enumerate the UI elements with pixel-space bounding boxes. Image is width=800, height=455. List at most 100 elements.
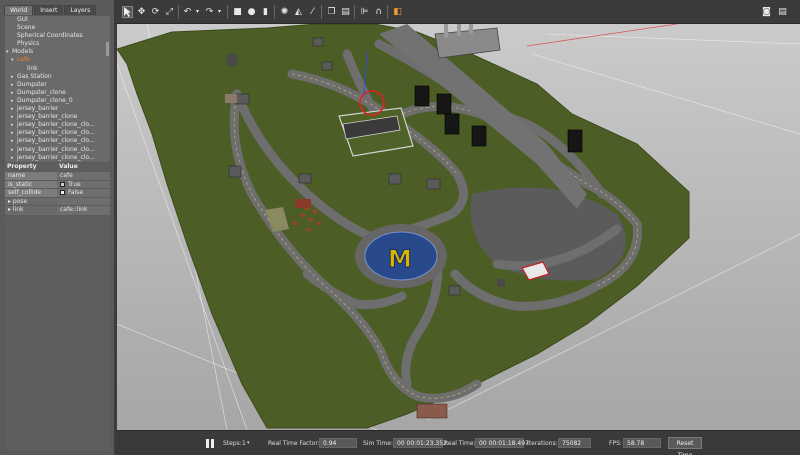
translate-icon[interactable]: ✥ [136,6,147,18]
left-panel: World Insert Layers GUI Scene Spherical Co… [0,0,114,455]
real-time-factor-value: 0.94 [319,438,357,448]
property-key: self_collide [5,189,57,197]
spot-light-icon[interactable]: ◭ [293,6,304,18]
redo-dropdown-icon[interactable]: ▾ [214,6,225,18]
scene-viewport[interactable]: M [117,24,800,430]
sim-time-label: Sim Time: [363,440,393,447]
sphere-icon[interactable]: ● [246,6,257,18]
steps-dropdown-icon[interactable]: ▾ [247,439,250,448]
tab-world[interactable]: World [4,5,34,15]
gas-station-building [225,94,237,103]
property-row[interactable]: ▸ link cafe::link [5,205,110,214]
property-key-label: name [8,172,26,179]
tree-item[interactable]: Physics [5,40,110,48]
tree-item-label: Models [12,48,34,56]
toolbar-divider [227,5,228,19]
screenshot-icon[interactable]: ◙ [761,6,772,18]
align-icon[interactable]: ⊫ [359,6,370,18]
property-value: cafe [57,172,109,180]
property-checkbox[interactable] [60,190,65,196]
tree-item-label: link [27,64,38,72]
property-row[interactable]: name cafe [5,171,110,180]
tree-item[interactable]: Spherical Coordinates [5,32,110,40]
tree-item-label: Dumpster_clone [17,88,66,96]
point-light-icon[interactable]: ✺ [279,6,290,18]
tree-item[interactable]: GUI [5,16,110,24]
tree-item[interactable]: ▾ cafe [5,56,110,64]
toolbar-divider [178,5,179,19]
change-view-icon[interactable]: ◧ [392,6,403,18]
tree-item[interactable]: ▸ Dumpster_clone [5,89,110,97]
reset-time-button[interactable]: Reset Time [668,437,702,455]
pause-icon[interactable] [206,439,215,448]
property-value: cafe::link [57,206,109,214]
property-value-label: cafe::link [60,206,88,214]
property-key-label: link [12,206,24,214]
barn [416,403,448,419]
tree-item[interactable]: ▸ jersey_barrier [5,105,110,113]
property-row[interactable]: is_static True [5,179,110,189]
real-time-value: 00 00:01:18.497 [475,438,529,448]
property-key: is_static [5,180,57,189]
tree-item-label: jersey_barrier_clone_clo... [17,129,95,137]
property-value: False [57,189,109,197]
directional-light-icon[interactable]: ⁄ [307,6,318,18]
tree-item[interactable]: ▸ Dumpster_clone_0 [5,97,110,105]
steps-value[interactable]: 1 [242,439,246,448]
box-icon[interactable]: ■ [232,6,243,18]
property-checkbox[interactable] [60,181,65,187]
tree-item[interactable]: ▸ jersey_barrier_clone_clo... [5,137,110,145]
property-column-header: Property [7,163,37,170]
select-arrow-icon[interactable] [122,6,133,18]
tree-item-label: Dumpster_clone_0 [17,96,73,104]
property-key-label: pose [12,197,28,205]
toolbar-divider [274,5,275,19]
record-icon[interactable]: ▤ [777,6,788,18]
steps-label: Steps: [223,440,242,447]
tree-item[interactable]: ▸ jersey_barrier_clone_clo... [5,146,110,154]
scene-render[interactable]: M [117,24,800,430]
tree-item-label: Dumpster [17,80,47,88]
tree-item[interactable]: link [5,65,110,73]
fps-label: FPS: [609,440,622,447]
tree-item[interactable]: Scene [5,24,110,32]
tree-item[interactable]: ▸ jersey_barrier_clone_clo... [5,121,110,129]
property-row[interactable]: ▸ pose [5,196,110,206]
tree-item-label: Scene [17,24,36,32]
tree-item-label: cafe [17,56,30,64]
tree-item-label: jersey_barrier [17,105,59,113]
property-header: Property Value [5,163,110,171]
tree-scrollbar[interactable] [106,42,109,56]
cylinder-icon[interactable]: ▮ [260,6,271,18]
scale-icon[interactable]: ⤢ [164,6,175,18]
tree-item-label: jersey_barrier_clone_clo... [17,137,95,145]
property-panel: Property Value name cafe is_static True self… [5,163,110,215]
property-row[interactable]: self_collide False [5,188,110,197]
tree-item-label: jersey_barrier_clone_clo... [17,121,95,129]
tree-item[interactable]: ▸ jersey_barrier_clone_clo... [5,154,110,162]
property-key: ▸ pose [5,197,57,206]
real-time-label: Real Time: [444,440,476,447]
property-value-label: cafe [60,172,73,179]
copy-icon[interactable]: ❐ [326,6,337,18]
tree-item-label: GUI [17,16,28,23]
water-tower [497,279,505,287]
property-key-label: is_static [8,180,33,188]
tree-item-label: Gas Station [17,72,52,80]
property-value [57,198,109,206]
tree-item[interactable]: ▸ jersey_barrier_clone_clo... [5,129,110,137]
snap-icon[interactable]: ∩ [373,6,384,18]
tab-layers[interactable]: Layers [64,5,97,15]
rotate-icon[interactable]: ⟳ [150,6,161,18]
paste-icon[interactable]: ▤ [340,6,351,18]
tree-item[interactable]: ▸ jersey_barrier_clone [5,113,110,121]
tree-item[interactable]: ▾ Models [5,48,110,56]
tree-item[interactable]: ▸ Gas Station [5,73,110,81]
tree-item[interactable]: ▸ Dumpster [5,81,110,89]
property-value-label: True [68,180,81,188]
world-tree: GUI Scene Spherical Coordinates Physics ▾ Mod… [5,16,110,162]
iterations-label: Iterations: [527,440,558,447]
tab-insert[interactable]: Insert [34,5,64,15]
undo-dropdown-icon[interactable]: ▾ [192,6,203,18]
toolbar-divider [387,5,388,19]
